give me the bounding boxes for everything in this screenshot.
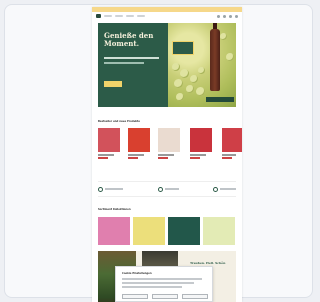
product-card[interactable]	[128, 128, 150, 166]
collections-section-title: Sortiment Kollektionen	[98, 208, 131, 211]
product-card[interactable]	[222, 128, 242, 166]
product-card[interactable]	[190, 128, 212, 166]
product-image	[222, 128, 242, 152]
product-card[interactable]	[158, 128, 180, 166]
shield-icon	[213, 186, 218, 192]
usp-item	[98, 186, 123, 192]
collection-tile[interactable]	[203, 217, 235, 245]
cookie-consent-dialog: Cookie Einstellungen	[115, 266, 213, 302]
product-image	[128, 128, 150, 152]
nav-actions	[217, 14, 238, 18]
nav-link[interactable]	[126, 15, 134, 17]
nav-link[interactable]	[137, 15, 145, 17]
product-image	[190, 128, 212, 152]
hero-grapes-image	[168, 23, 236, 107]
cart-icon[interactable]	[235, 14, 238, 18]
hero-banner: Genieße den Moment.	[98, 23, 236, 107]
cookie-decline-button[interactable]	[152, 294, 178, 299]
gift-icon	[157, 186, 163, 192]
account-icon[interactable]	[223, 14, 226, 18]
wine-bottle-image	[210, 29, 220, 91]
collection-tile[interactable]	[168, 217, 200, 245]
hero-title: Genieße den Moment.	[104, 31, 154, 48]
wishlist-icon[interactable]	[229, 14, 232, 18]
webpage-preview: Genieße den Moment. Bestseller und neue …	[92, 7, 242, 302]
hero-shop-button[interactable]	[104, 81, 122, 87]
hero-promo-badge	[172, 41, 194, 55]
cookie-accept-button[interactable]	[182, 294, 208, 299]
collection-tile[interactable]	[98, 217, 130, 245]
top-navigation	[92, 12, 242, 20]
product-carousel	[98, 128, 242, 168]
usp-item	[157, 186, 179, 192]
cookie-settings-button[interactable]	[122, 294, 148, 299]
product-image	[98, 128, 120, 152]
collection-tiles	[98, 217, 236, 245]
usp-item	[213, 186, 236, 192]
product-card[interactable]	[98, 128, 120, 166]
brand-logo[interactable]	[96, 14, 101, 18]
hero-subtitle	[104, 62, 144, 64]
usp-bar	[98, 181, 236, 197]
hero-secondary-button[interactable]	[206, 97, 234, 102]
collection-tile[interactable]	[133, 217, 165, 245]
nav-link[interactable]	[115, 15, 123, 17]
nav-link[interactable]	[104, 15, 112, 17]
truck-icon	[98, 186, 103, 192]
product-image	[158, 128, 180, 152]
cookie-dialog-title: Cookie Einstellungen	[122, 272, 152, 275]
hero-subtitle	[104, 57, 159, 59]
products-section-title: Bestseller und neue Produkte	[98, 120, 140, 123]
search-icon[interactable]	[217, 14, 220, 18]
